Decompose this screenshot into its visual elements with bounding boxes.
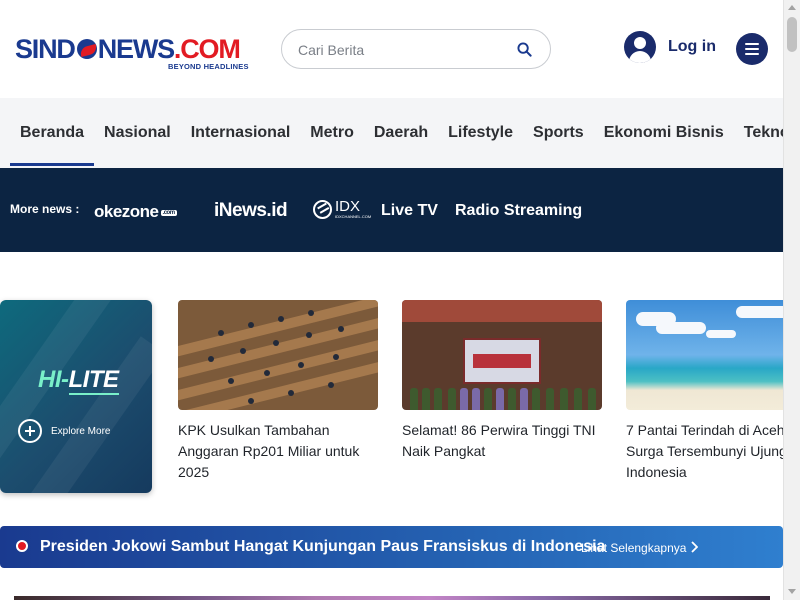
more-news-label: More news : bbox=[10, 202, 80, 216]
site-logo[interactable]: SIND NEWS .COM BEYOND HEADLINES bbox=[15, 34, 249, 76]
more-news-bar: More news : okezone .com iNews.id IDX IDXC… bbox=[0, 168, 783, 252]
scroll-down-arrow-icon[interactable] bbox=[788, 589, 796, 594]
news-card[interactable]: KPK Usulkan Tambahan Anggaran Rp201 Mili… bbox=[178, 300, 378, 483]
nav-item-nasional[interactable]: Nasional bbox=[94, 98, 181, 168]
hilite-card[interactable]: HI-LITE Explore More bbox=[0, 300, 152, 493]
explore-more-label: Explore More bbox=[51, 425, 111, 437]
idx-globe-icon bbox=[313, 200, 332, 219]
vertical-scrollbar[interactable] bbox=[783, 0, 800, 600]
plus-circle-icon bbox=[18, 419, 42, 443]
breaking-news-bar[interactable]: Presiden Jokowi Sambut Hangat Kunjungan … bbox=[0, 526, 783, 568]
nav-list: Beranda Nasional Internasional Metro Dae… bbox=[10, 98, 783, 168]
search-input[interactable] bbox=[298, 40, 508, 60]
news-headline[interactable]: KPK Usulkan Tambahan Anggaran Rp201 Mili… bbox=[178, 420, 378, 483]
hilite-logo: HI-LITE bbox=[38, 366, 119, 395]
partner-radio-streaming-link[interactable]: Radio Streaming bbox=[455, 202, 582, 220]
news-card[interactable]: 7 Pantai Terindah di Aceh, Surga Tersemb… bbox=[626, 300, 800, 483]
hilite-logo-b: LITE bbox=[68, 366, 119, 395]
page: SIND NEWS .COM BEYOND HEADLINES Log in bbox=[0, 0, 800, 600]
nav-item-internasional[interactable]: Internasional bbox=[181, 98, 301, 168]
partner-inews-link[interactable]: iNews.id bbox=[214, 200, 288, 222]
news-card[interactable]: Selamat! 86 Perwira Tinggi TNI Naik Pang… bbox=[402, 300, 602, 462]
partner-okezone-link[interactable]: okezone .com bbox=[94, 202, 177, 222]
logo-text-b: NEWS bbox=[97, 34, 175, 64]
hamburger-menu-button[interactable] bbox=[736, 33, 768, 65]
explore-more-button[interactable]: Explore More bbox=[18, 419, 110, 443]
news-headline[interactable]: 7 Pantai Terindah di Aceh, Surga Tersemb… bbox=[626, 420, 800, 483]
hilite-logo-a: HI- bbox=[38, 366, 69, 393]
menu-line bbox=[745, 53, 759, 55]
nav-item-teknologi[interactable]: Teknologi bbox=[734, 98, 783, 168]
news-thumbnail bbox=[626, 300, 800, 410]
nav-item-daerah[interactable]: Daerah bbox=[364, 98, 438, 168]
news-thumbnail bbox=[178, 300, 378, 410]
partner-livetv-link[interactable]: Live TV bbox=[381, 202, 438, 220]
nav-item-lifestyle[interactable]: Lifestyle bbox=[438, 98, 523, 168]
next-section-thumbnail-strip bbox=[14, 596, 770, 600]
partner-idx-link[interactable]: IDX IDXCHANNEL.COM bbox=[313, 198, 372, 219]
logo-o-mark-icon bbox=[76, 39, 97, 59]
see-more-link[interactable]: Lihat Selengkapnya bbox=[581, 541, 686, 555]
scroll-up-arrow-icon[interactable] bbox=[788, 5, 796, 10]
okezone-suffix: .com bbox=[160, 209, 177, 216]
menu-line bbox=[745, 43, 759, 45]
chevron-right-icon[interactable] bbox=[690, 541, 698, 553]
login-label: Log in bbox=[668, 38, 716, 55]
nav-item-ekonomi-bisnis[interactable]: Ekonomi Bisnis bbox=[594, 98, 734, 168]
news-headline[interactable]: Selamat! 86 Perwira Tinggi TNI Naik Pang… bbox=[402, 420, 602, 462]
live-dot-icon bbox=[16, 540, 28, 552]
news-thumbnail bbox=[402, 300, 602, 410]
logo-tagline: BEYOND HEADLINES bbox=[168, 62, 249, 71]
okezone-text: okezone bbox=[94, 202, 159, 221]
logo-text-a: SIND bbox=[15, 34, 76, 64]
search-icon[interactable] bbox=[517, 42, 532, 57]
login-button[interactable]: Log in bbox=[624, 31, 716, 63]
idx-subtitle: IDXCHANNEL.COM bbox=[335, 214, 372, 219]
logo-wordmark: SIND NEWS .COM bbox=[15, 34, 241, 64]
nav-item-sports[interactable]: Sports bbox=[523, 98, 594, 168]
idx-title: IDX bbox=[335, 198, 361, 215]
logo-text-c: .COM bbox=[173, 34, 241, 64]
scrollbar-thumb[interactable] bbox=[787, 17, 797, 52]
category-nav: Beranda Nasional Internasional Metro Dae… bbox=[0, 98, 783, 168]
user-avatar-icon bbox=[624, 31, 656, 63]
nav-item-beranda[interactable]: Beranda bbox=[10, 98, 95, 168]
breaking-headline[interactable]: Presiden Jokowi Sambut Hangat Kunjungan … bbox=[40, 538, 605, 556]
site-header: SIND NEWS .COM BEYOND HEADLINES Log in bbox=[0, 0, 783, 98]
nav-item-metro[interactable]: Metro bbox=[300, 98, 364, 168]
menu-line bbox=[745, 48, 759, 50]
search-box bbox=[281, 29, 551, 69]
idx-text: IDX IDXCHANNEL.COM bbox=[335, 198, 372, 219]
